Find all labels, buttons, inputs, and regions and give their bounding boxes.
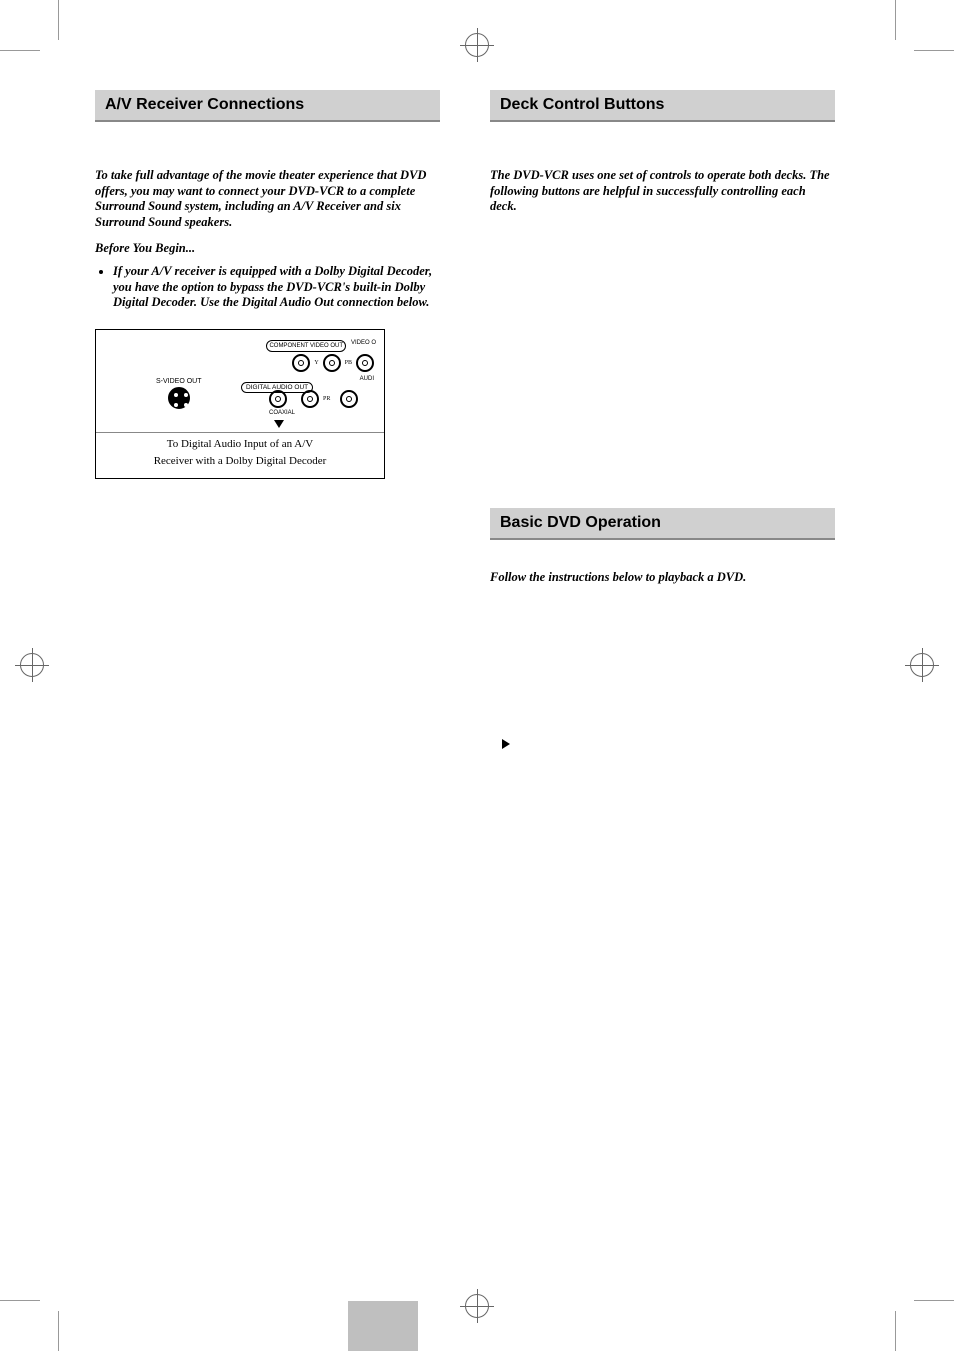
bullet-list: If your A/V receiver is equipped with a …	[95, 264, 440, 311]
registration-target-bottom	[465, 1294, 489, 1318]
rca-pb-icon	[323, 354, 341, 372]
pb-label: PB	[345, 360, 352, 366]
coax-jack-icon	[269, 390, 287, 408]
section-header-basic-dvd: Basic DVD Operation	[490, 508, 835, 540]
av-intro-text: To take full advantage of the movie thea…	[95, 168, 440, 231]
pr-label: PR	[323, 396, 330, 402]
play-icon	[502, 736, 835, 754]
arrow-down-icon	[274, 420, 284, 428]
connector-panel: COMPONENT VIDEO OUT VIDEO O Y PB DIGITAL…	[241, 338, 376, 418]
audio-cut-label: AUDI	[360, 376, 374, 382]
component-label: COMPONENT VIDEO OUT	[269, 343, 343, 349]
page-content: A/V Receiver Connections To take full ad…	[95, 90, 859, 1261]
diagram-caption-2: Receiver with a Dolby Digital Decoder	[104, 454, 376, 469]
registration-target-right	[910, 653, 934, 677]
rear-panel-illustration: S-VIDEO OUT COMPONENT VIDEO OUT VIDEO O …	[104, 338, 376, 428]
rca-y-icon	[292, 354, 310, 372]
right-column-lower: Basic DVD Operation Follow the instructi…	[490, 508, 835, 754]
video-out-cut: VIDEO O	[351, 340, 376, 346]
right-column-upper: Deck Control Buttons The DVD-VCR uses on…	[490, 90, 835, 215]
registration-target-top	[465, 33, 489, 57]
rca-video-icon	[356, 354, 374, 372]
coaxial-label: COAXIAL	[269, 410, 295, 416]
dolby-bullet: If your A/V receiver is equipped with a …	[113, 264, 440, 311]
section-header-deck-control: Deck Control Buttons	[490, 90, 835, 122]
svideo-label: S-VIDEO OUT	[156, 378, 202, 385]
left-column: A/V Receiver Connections To take full ad…	[95, 90, 440, 479]
rca-audio-icon	[340, 390, 358, 408]
y-label: Y	[314, 360, 318, 366]
connection-diagram: S-VIDEO OUT COMPONENT VIDEO OUT VIDEO O …	[95, 329, 385, 479]
svideo-jack-icon	[168, 387, 190, 409]
before-you-begin: Before You Begin...	[95, 241, 440, 257]
deck-intro-text: The DVD-VCR uses one set of controls to …	[490, 168, 835, 215]
rca-pr-icon	[301, 390, 319, 408]
diagram-caption-1: To Digital Audio Input of an A/V	[104, 437, 376, 452]
gray-side-tab	[348, 1301, 418, 1351]
section-header-av-receiver: A/V Receiver Connections	[95, 90, 440, 122]
dvd-intro-text: Follow the instructions below to playbac…	[490, 570, 835, 586]
registration-target-left	[20, 653, 44, 677]
